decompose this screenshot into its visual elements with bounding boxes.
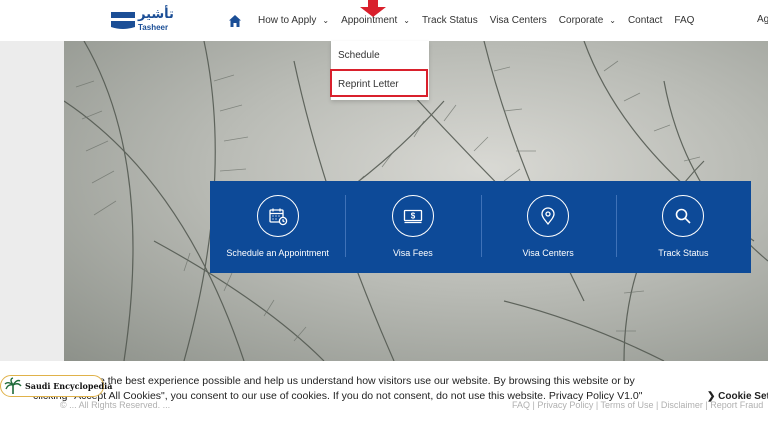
reprint-letter-highlight-box — [330, 69, 428, 97]
nav-item-how-to-apply[interactable]: How to Apply ⌄ — [258, 15, 329, 26]
banknote-icon: $ — [391, 195, 434, 237]
nav-item-corporate[interactable]: Corporate ⌄ — [559, 15, 616, 26]
quick-link-label: Schedule an Appointment — [226, 248, 329, 258]
main-nav: How to Apply ⌄ Appointment ⌄ Track Status … — [228, 0, 706, 41]
quick-link-label: Track Status — [658, 248, 709, 258]
quick-link-visa-fees[interactable]: $ Visa Fees — [345, 181, 480, 273]
logo-arabic-text: تأشير — [138, 7, 174, 22]
red-arrow-annotation-icon — [360, 0, 386, 17]
menu-item-schedule[interactable]: Schedule — [338, 50, 380, 61]
search-icon — [662, 195, 705, 237]
left-margin-strip — [0, 41, 64, 361]
nav-item-contact[interactable]: Contact — [628, 15, 662, 26]
nav-item-label: FAQ — [674, 15, 695, 26]
cookie-settings-label: Cookie Sett — [718, 391, 768, 402]
watermark-label: Saudi Encyclopedia — [25, 381, 113, 391]
nav-item-label: Contact — [627, 15, 663, 26]
quick-link-label: Visa Centers — [522, 248, 574, 258]
tasheer-logo-mark — [111, 12, 135, 29]
nav-item-track-status[interactable]: Track Status — [422, 15, 478, 26]
quick-link-visa-centers[interactable]: Visa Centers — [480, 181, 616, 273]
cookie-settings-button[interactable]: ❯ Cookie Sett — [707, 391, 768, 402]
nav-item-label: Visa Centers — [489, 15, 547, 26]
nav-item-language-cut[interactable]: Ag — [757, 14, 768, 25]
chevron-down-icon: ⌄ — [609, 16, 616, 25]
nav-item-label: Corporate — [558, 15, 604, 26]
location-pin-icon — [527, 195, 570, 237]
svg-text:$: $ — [411, 212, 416, 221]
quick-link-label: Visa Fees — [392, 248, 433, 258]
logo-english-text: Tasheer — [138, 23, 169, 32]
nav-item-visa-centers[interactable]: Visa Centers — [490, 15, 547, 26]
quick-links-panel: Schedule an Appointment $ Visa Fees Visa… — [210, 181, 751, 273]
nav-item-faq[interactable]: FAQ — [674, 15, 694, 26]
cookie-consent-text: ... us to provide the best experience po… — [33, 375, 643, 402]
home-icon[interactable] — [228, 14, 242, 28]
chevron-down-icon: ⌄ — [403, 16, 410, 25]
chevron-down-icon: ⌄ — [322, 16, 330, 25]
palm-tree-icon — [4, 377, 22, 394]
quick-link-track-status[interactable]: Track Status — [615, 181, 751, 273]
calendar-clock-icon — [256, 195, 299, 237]
nav-item-label: How to Apply — [258, 15, 317, 26]
quick-link-schedule-appointment[interactable]: Schedule an Appointment — [210, 181, 345, 273]
saudi-encyclopedia-watermark: Saudi Encyclopedia — [0, 375, 112, 397]
tasheer-logo[interactable]: تأشير Tasheer — [110, 7, 174, 35]
nav-item-label: Track Status — [421, 15, 478, 26]
